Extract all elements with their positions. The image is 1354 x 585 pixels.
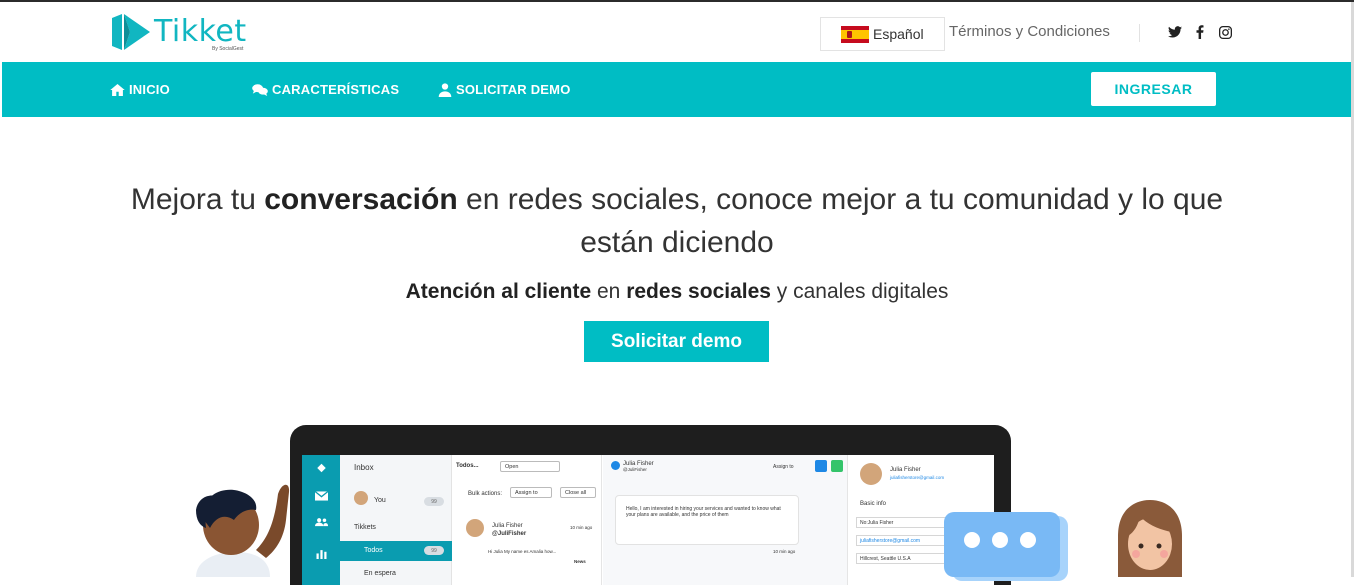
nav-item-label: CARACTERÍSTICAS — [272, 82, 400, 97]
stats-icon — [316, 550, 327, 559]
ticket-preview: Hi Julia My name es Amalia how... — [488, 549, 557, 554]
todos-label: Todos — [364, 547, 383, 554]
bubble-dot — [1020, 532, 1036, 548]
language-label: Español — [873, 26, 924, 42]
nav-item-label: INICIO — [129, 82, 170, 97]
spain-flag-icon — [841, 25, 869, 43]
inbox-column: Inbox You 99 Tikkets Todos 99 En espera — [340, 455, 452, 585]
bubble-dot — [992, 532, 1008, 548]
chat-message-text: Hello, I am interested in hiring your se… — [626, 506, 781, 518]
tikket-logo[interactable]: Tikket By SocialGest — [108, 8, 258, 56]
close-all-button[interactable]: Close all — [560, 487, 596, 498]
filter-label[interactable]: Todos... — [456, 463, 479, 469]
chat-column: Julia Fisher @JuliFisher Assign to Hello… — [603, 455, 848, 585]
terms-link[interactable]: Términos y Condiciones — [949, 23, 1110, 40]
chat-bubbles-icon — [252, 83, 268, 96]
ticket-tag: News — [574, 559, 586, 564]
login-button[interactable]: INGRESAR — [1091, 72, 1216, 106]
ticket-name: Julia Fisher — [492, 523, 523, 529]
chat-contact-handle: @JuliFisher — [623, 467, 647, 472]
app-screenshot: Inbox You 99 Tikkets Todos 99 En espera … — [302, 455, 994, 585]
basic-info-heading[interactable]: Basic info — [860, 501, 886, 507]
user-label: You — [374, 497, 386, 504]
resolve-button[interactable] — [831, 460, 843, 472]
assign-select[interactable]: Assign to — [510, 487, 552, 498]
profile-name: Julia Fisher — [890, 467, 921, 473]
site-header: Tikket By SocialGest Español Términos y … — [0, 2, 1351, 62]
nav-item-label: SOLICITAR DEMO — [456, 82, 571, 97]
nav-item-solicitar-demo[interactable]: SOLICITAR DEMO — [438, 82, 571, 97]
language-selector[interactable]: Español — [820, 17, 945, 51]
person-illustration-right — [1118, 500, 1182, 577]
logo-text: Tikket — [154, 14, 247, 49]
header-divider — [1139, 24, 1140, 42]
chat-message-bubble: Hello, I am interested in hiring your se… — [615, 495, 799, 545]
avatar — [354, 491, 368, 505]
facebook-icon[interactable] — [1193, 24, 1207, 40]
ticket-list-column: Todos... Open Bulk actions: Assign to Cl… — [452, 455, 602, 585]
request-demo-button[interactable]: Solicitar demo — [584, 321, 769, 362]
mail-icon — [315, 491, 328, 501]
nav-item-inicio[interactable]: INICIO — [110, 82, 170, 97]
avatar — [860, 463, 882, 485]
users-icon — [315, 518, 328, 527]
home-icon — [110, 83, 125, 96]
chat-assign[interactable]: Assign to — [773, 464, 794, 470]
bubble-dot — [964, 532, 980, 548]
tickets-label: Tikkets — [354, 524, 376, 531]
email-channel-button[interactable] — [815, 460, 827, 472]
bulk-actions-label: Bulk actions: — [468, 491, 503, 497]
status-select[interactable]: Open — [500, 461, 560, 472]
chat-time: 10 min ago — [773, 549, 796, 554]
profile-email: juliafisherstore@gmail.com — [890, 475, 945, 480]
twitter-icon[interactable] — [1167, 24, 1183, 40]
hero-subheadline: Atención al cliente en redes sociales y … — [405, 280, 949, 303]
en-espera-label: En espera — [364, 570, 396, 577]
tikket-logo-icon — [112, 14, 150, 50]
count-badge: 99 — [424, 546, 444, 555]
avatar — [466, 519, 484, 537]
nav-item-caracteristicas[interactable]: CARACTERÍSTICAS — [252, 82, 399, 97]
count-badge: 99 — [424, 497, 444, 506]
ticket-time: 10 min ago — [570, 525, 593, 530]
chat-bubble-illustration — [944, 512, 1060, 577]
instagram-icon[interactable] — [1217, 24, 1233, 40]
hero-headline: Mejora tu conversación en redes sociales… — [130, 183, 1224, 259]
person-illustration-left — [196, 484, 290, 577]
tikket-diamond-icon — [317, 463, 326, 473]
ticket-handle: @JuliFisher — [492, 531, 527, 537]
app-sidebar-rail — [302, 455, 340, 585]
main-navigation: INICIO CARACTERÍSTICAS SOLICITAR DEMO IN… — [2, 62, 1351, 117]
inbox-title: Inbox — [354, 463, 374, 472]
channel-icon — [611, 461, 620, 470]
user-demo-icon — [438, 82, 452, 97]
logo-subtitle: By SocialGest — [212, 46, 244, 52]
todos-row[interactable]: Todos 99 — [340, 541, 452, 561]
